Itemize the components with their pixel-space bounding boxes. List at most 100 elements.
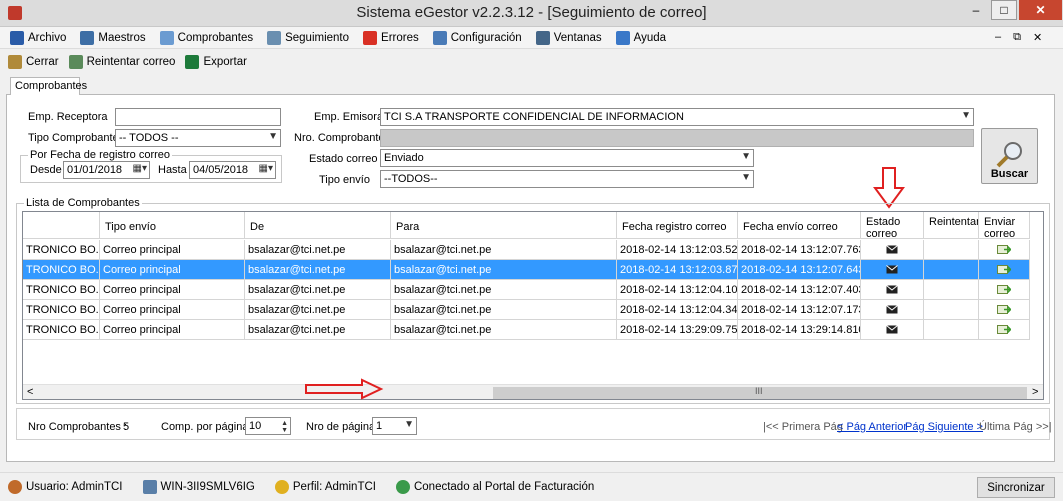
enviar-correo-cell[interactable] <box>979 240 1030 260</box>
enviar-correo-cell[interactable] <box>979 280 1030 300</box>
table-row[interactable]: TRONICO BO... Correo principal bsalazar@tc… <box>23 240 1030 260</box>
table-row[interactable]: TRONICO BO... Correo principal bsalazar@tc… <box>23 300 1030 320</box>
column-header[interactable] <box>23 212 100 239</box>
hasta-value: 04/05/2018 <box>193 164 249 176</box>
nro-pagina-select[interactable]: 1 ▼ <box>372 417 417 435</box>
nro-pagina-value: 1 <box>376 420 383 432</box>
table-cell: TRONICO BO... <box>23 260 100 280</box>
column-header[interactable]: De <box>245 212 391 239</box>
table-cell: bsalazar@tci.net.pe <box>245 280 391 300</box>
por-pagina-value: 10 <box>249 420 262 432</box>
nro-comprobantes-label: Nro Comprobantes : <box>28 421 128 433</box>
column-header[interactable]: Enviar correo <box>979 212 1030 239</box>
enviar-correo-cell[interactable] <box>979 260 1030 280</box>
sincronizar-button[interactable]: Sincronizar <box>977 477 1055 498</box>
menu-comprobantes[interactable]: Comprobantes <box>159 30 253 45</box>
gear-icon <box>432 30 447 45</box>
column-header[interactable]: Para <box>391 212 617 239</box>
toolbar-cerrar-button[interactable]: Cerrar <box>8 55 59 69</box>
column-header[interactable]: Tipo envío <box>100 212 245 239</box>
emp-receptora-label: Emp. Receptora <box>28 111 108 123</box>
menu-maestros[interactable]: Maestros <box>80 30 146 45</box>
ultima-pagina-link[interactable]: Última Pág >>| <box>979 421 1052 433</box>
scroll-left-button[interactable]: < <box>27 386 33 398</box>
reintentar-cell[interactable] <box>924 280 979 300</box>
toolbar-reintentar-correo-button[interactable]: Reintentar correo <box>68 55 175 69</box>
buscar-button[interactable]: Buscar <box>981 128 1038 184</box>
table-cell: TRONICO BO... <box>23 300 100 320</box>
reintentar-cell[interactable] <box>924 320 979 340</box>
column-header[interactable]: Fecha registro correo <box>617 212 738 239</box>
send-mail-icon[interactable] <box>997 244 1012 255</box>
horizontal-scrollbar[interactable]: < III > <box>23 384 1043 399</box>
table-cell: Correo principal <box>100 300 245 320</box>
tipo-comprobante-value: -- TODOS -- <box>119 132 179 144</box>
menu-ayuda[interactable]: Ayuda <box>615 30 666 45</box>
error-icon <box>363 30 378 45</box>
status-host: WIN-3II9SMLV6IG <box>142 480 255 494</box>
reintentar-cell[interactable] <box>924 240 979 260</box>
nro-pagina-label: Nro de página <box>306 421 376 433</box>
send-mail-icon[interactable] <box>997 304 1012 315</box>
menu-errores[interactable]: Errores <box>363 30 419 45</box>
magnifier-icon <box>267 30 282 45</box>
table-cell: bsalazar@tci.net.pe <box>391 260 617 280</box>
table-row[interactable]: TRONICO BO... Correo principal bsalazar@tc… <box>23 260 1030 280</box>
mdi-controls: – ⧉ ✕ <box>995 31 1042 44</box>
primera-pagina-link[interactable]: |<< Primera Pág <box>763 421 843 433</box>
tipo-comprobante-select[interactable]: -- TODOS -- ▼ <box>115 129 281 147</box>
menu-configuracin[interactable]: Configuración <box>432 30 522 45</box>
reintentar-cell[interactable] <box>924 260 979 280</box>
close-window-button[interactable]: ✕ <box>1019 0 1062 20</box>
menu-seguimiento[interactable]: Seguimiento <box>267 30 350 45</box>
column-header[interactable]: Fecha envío correo <box>738 212 861 239</box>
menu-archivo[interactable]: Archivo <box>10 30 66 45</box>
menu-label: Seguimiento <box>285 31 350 44</box>
send-mail-icon[interactable] <box>997 284 1012 295</box>
send-mail-icon[interactable] <box>997 264 1012 275</box>
title-bar: Sistema eGestor v2.2.3.12 - [Seguimiento… <box>0 0 1063 27</box>
hasta-date-picker[interactable]: 04/05/2018 ▦▾ <box>189 161 276 179</box>
menu-label: Configuración <box>450 31 522 44</box>
hasta-label: Hasta <box>158 164 187 176</box>
menu-label: Maestros <box>98 31 146 44</box>
mdi-close-button[interactable]: ✕ <box>1033 31 1042 44</box>
minimize-button[interactable]: – <box>963 0 989 20</box>
estado-correo-cell <box>861 320 924 340</box>
estado-correo-cell <box>861 260 924 280</box>
table-cell: 2018-02-14 13:29:09.757 <box>617 320 738 340</box>
table-cell: Correo principal <box>100 260 245 280</box>
column-header[interactable]: Estado correo <box>861 212 924 239</box>
envelope-icon <box>886 285 898 294</box>
emp-receptora-input[interactable] <box>115 108 281 126</box>
pagina-siguiente-link[interactable]: Pág Siguiente > <box>905 421 983 433</box>
pagina-anterior-link[interactable]: < Pág Anterior <box>837 421 907 433</box>
por-pagina-stepper[interactable]: 10 ▲ ▼ <box>245 417 291 435</box>
menu-ventanas[interactable]: Ventanas <box>535 30 602 45</box>
table-row[interactable]: TRONICO BO... Correo principal bsalazar@tc… <box>23 320 1030 340</box>
tipo-envio-label: Tipo envío <box>319 174 370 186</box>
reintentar-cell[interactable] <box>924 300 979 320</box>
maximize-button[interactable]: □ <box>991 0 1017 20</box>
comprobantes-grid[interactable]: Tipo envío De Para Fecha registro correo Fec… <box>22 211 1044 400</box>
send-mail-icon[interactable] <box>997 324 1012 335</box>
toolbar-exportar-button[interactable]: Exportar <box>185 55 247 69</box>
tipo-envio-select[interactable]: --TODOS-- ▼ <box>380 170 754 188</box>
column-header[interactable]: Reintentar <box>924 212 979 239</box>
enviar-correo-cell[interactable] <box>979 320 1030 340</box>
enviar-correo-cell[interactable] <box>979 300 1030 320</box>
nro-comprobante-input[interactable] <box>380 129 974 147</box>
table-cell: bsalazar@tci.net.pe <box>245 240 391 260</box>
mdi-restore-button[interactable]: ⧉ <box>1013 31 1021 44</box>
emp-emisora-select[interactable]: TCI S.A TRANSPORTE CONFIDENCIAL DE INFOR… <box>380 108 974 126</box>
table-row[interactable]: TRONICO BO... Correo principal bsalazar@tc… <box>23 280 1030 300</box>
toolbar-label: Cerrar <box>26 56 59 68</box>
envelope-icon <box>886 265 898 274</box>
mdi-minimize-button[interactable]: – <box>995 31 1001 44</box>
estado-correo-select[interactable]: Enviado ▼ <box>380 149 754 167</box>
chevron-down-icon: ▼ <box>741 151 751 162</box>
table-cell: 2018-02-14 13:12:03.873 <box>617 260 738 280</box>
tab-comprobantes[interactable]: Comprobantes <box>10 77 87 95</box>
scroll-right-button[interactable]: > <box>1032 386 1038 398</box>
desde-date-picker[interactable]: 01/01/2018 ▦▾ <box>63 161 150 179</box>
